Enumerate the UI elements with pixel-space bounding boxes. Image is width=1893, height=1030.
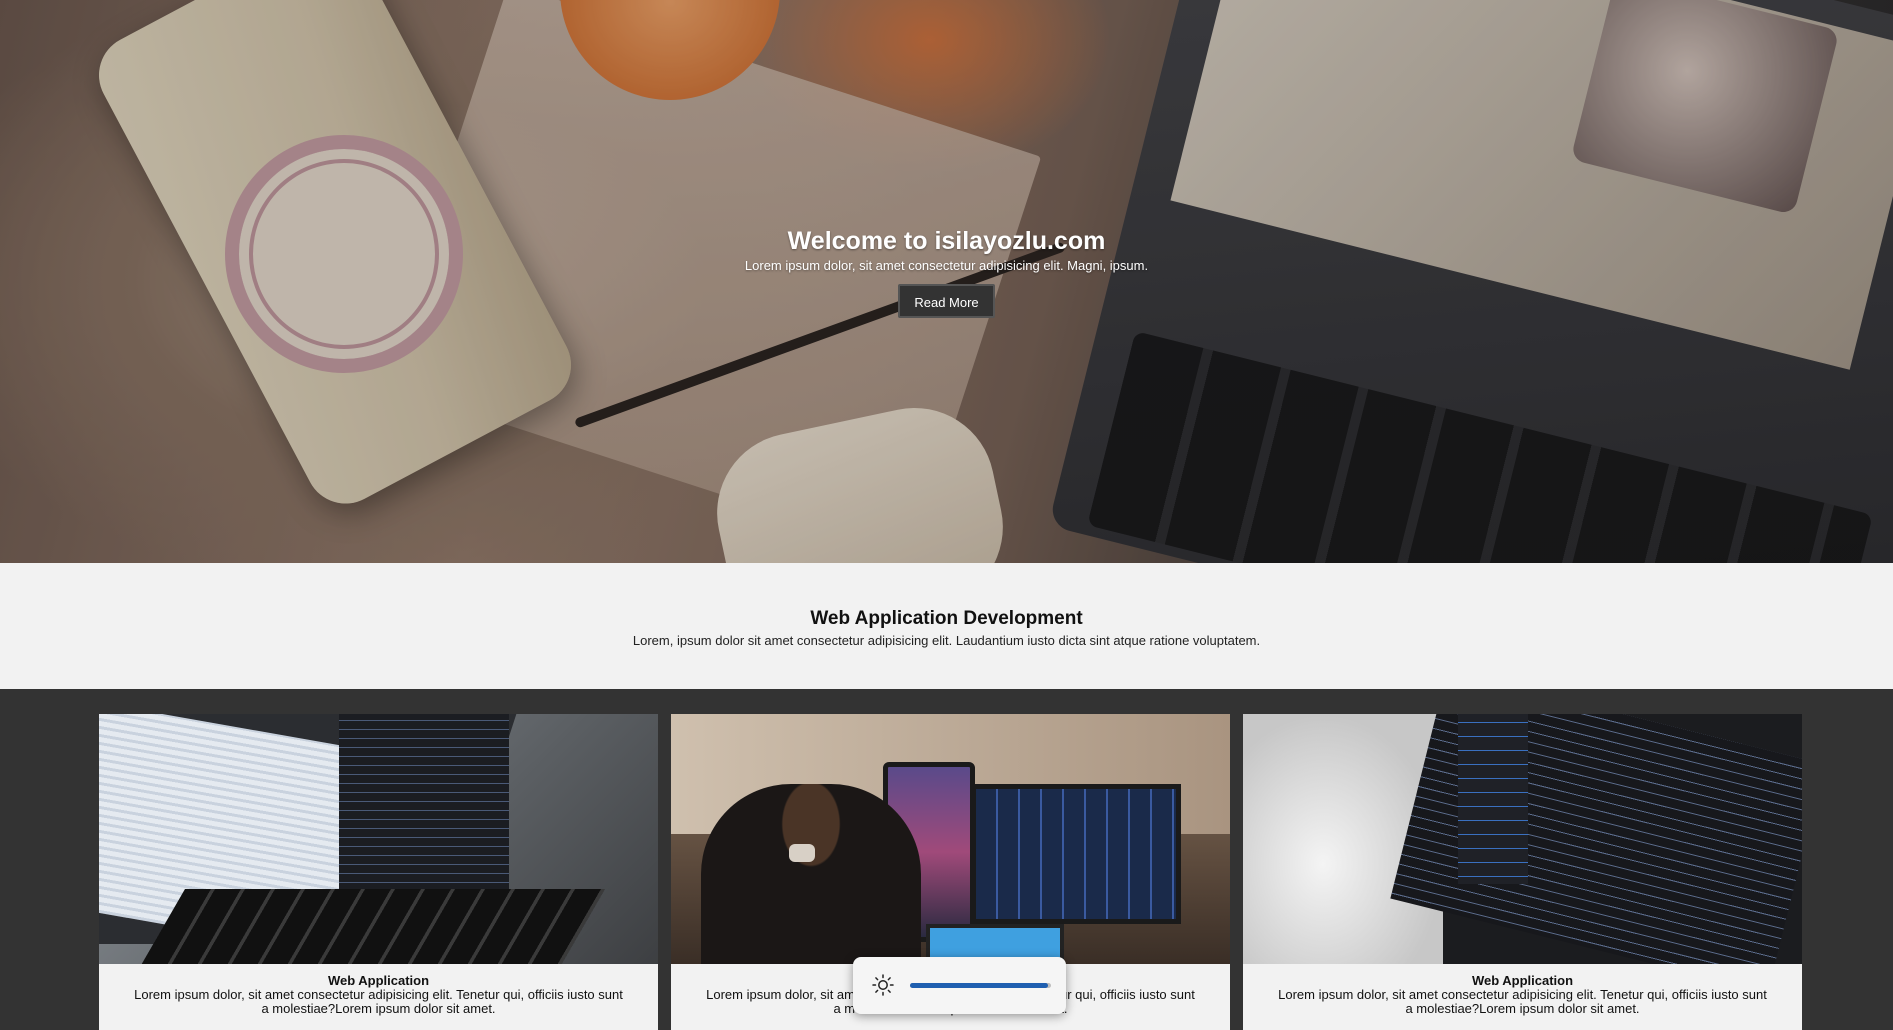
card-title: Web Application	[1471, 973, 1574, 988]
card-image	[1243, 714, 1802, 964]
card-body: Lorem ipsum dolor, sit amet consectetur …	[134, 987, 623, 1016]
card-title: Web Application	[327, 973, 430, 988]
card-body: Lorem ipsum dolor, sit amet consectetur …	[1278, 987, 1767, 1016]
brightness-slider-fill	[910, 983, 1049, 988]
hero-content: Welcome to isilayozlu.com Lorem ipsum do…	[0, 224, 1893, 318]
section-title: Web Application Development	[810, 608, 1083, 629]
card-image-keyboard	[133, 889, 605, 964]
brightness-osd	[853, 957, 1066, 1014]
card-image-code-screen	[1390, 714, 1802, 964]
card-image	[671, 714, 1230, 964]
brightness-slider[interactable]	[910, 983, 1051, 988]
hero-subtitle: Lorem ipsum dolor, sit amet consectetur …	[744, 258, 1149, 273]
card[interactable]: Web Application Lorem ipsum dolor, sit a…	[99, 714, 658, 1030]
hero-section: Welcome to isilayozlu.com Lorem ipsum do…	[0, 0, 1893, 563]
card-image-monitor	[971, 784, 1181, 924]
services-header: Web Application Development Lorem, ipsum…	[0, 563, 1893, 689]
sun-icon	[872, 974, 894, 996]
hero-title: Welcome to isilayozlu.com	[787, 227, 1106, 255]
read-more-button[interactable]: Read More	[898, 284, 995, 318]
card-image-file-tree	[1458, 714, 1528, 884]
card-text: Web Application Lorem ipsum dolor, sit a…	[1243, 964, 1802, 1016]
card-image	[99, 714, 658, 964]
section-description: Lorem, ipsum dolor sit amet consectetur …	[632, 633, 1261, 648]
card-image-code	[339, 714, 509, 914]
card-text: Web Application Lorem ipsum dolor, sit a…	[99, 964, 658, 1016]
card-image-person	[701, 784, 921, 964]
card-image-hair-clip	[789, 844, 815, 862]
card[interactable]: Web Application Lorem ipsum dolor, sit a…	[1243, 714, 1802, 1030]
